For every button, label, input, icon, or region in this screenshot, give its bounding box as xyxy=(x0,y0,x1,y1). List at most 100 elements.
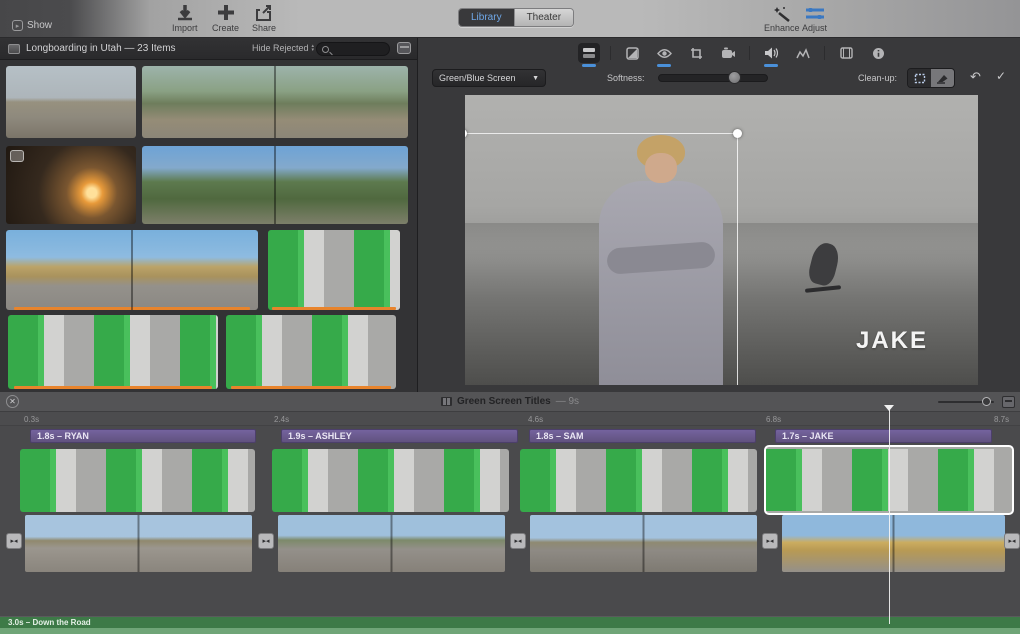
greenscreen-clip-ryan[interactable] xyxy=(20,449,255,512)
clip-thumbnail[interactable] xyxy=(8,315,218,389)
selection-edge-top xyxy=(465,133,738,134)
cleanup-button-group xyxy=(907,68,955,88)
playhead-line[interactable] xyxy=(889,410,890,624)
storyline-clip[interactable] xyxy=(530,515,757,572)
selection-handle[interactable] xyxy=(733,129,742,138)
storyline-clip[interactable] xyxy=(782,515,1005,572)
cleanup-crop-button[interactable] xyxy=(908,69,931,87)
timeline-header: ✕ Green Screen Titles — 9s xyxy=(0,392,1020,412)
crop-icon[interactable] xyxy=(685,43,707,63)
noise-reduction-icon[interactable] xyxy=(792,43,814,63)
greenscreen-clip-ashley[interactable] xyxy=(272,449,509,512)
person-face xyxy=(645,153,677,183)
create-icon xyxy=(216,4,236,22)
cleanup-eraser-button[interactable] xyxy=(931,69,954,87)
softness-label: Softness: xyxy=(607,73,645,83)
color-correction-icon[interactable] xyxy=(653,43,675,63)
enhance-label: Enhance xyxy=(764,23,800,33)
project-title: Green Screen Titles xyxy=(457,396,551,407)
clip-thumbnail[interactable] xyxy=(142,146,408,224)
clip-thumbnail[interactable] xyxy=(142,66,408,138)
apply-checkmark-button[interactable]: ✓ xyxy=(996,69,1006,83)
info-icon[interactable] xyxy=(867,43,889,63)
effect-selector-dropdown[interactable]: Green/Blue Screen ▼ xyxy=(432,69,546,87)
create-button[interactable]: Create xyxy=(212,4,239,33)
adjust-icon-bar xyxy=(578,42,889,64)
tab-library[interactable]: Library xyxy=(459,9,514,26)
clip-appearance-button[interactable] xyxy=(1002,396,1015,408)
show-button[interactable]: ▸ Show xyxy=(12,20,52,31)
greenscreen-clip-sam[interactable] xyxy=(520,449,757,512)
overlay-settings-icon[interactable] xyxy=(578,43,600,63)
event-title: Longboarding in Utah — 23 Items xyxy=(26,43,176,54)
imovie-window: ▸ Show Import Create Share Library xyxy=(0,0,1020,634)
filter-dropdown[interactable]: Hide Rejected ▴▾ xyxy=(252,43,314,53)
transition-icon[interactable]: ▸◂ xyxy=(510,533,526,549)
ruler-tick: 6.8s xyxy=(766,415,781,424)
share-icon xyxy=(254,4,274,22)
show-label: Show xyxy=(27,20,52,31)
import-button[interactable]: Import xyxy=(172,4,198,33)
clip-thumbnail[interactable] xyxy=(268,230,400,310)
project-icon xyxy=(441,397,452,406)
title-clip-sam[interactable]: 1.8s – SAM xyxy=(529,429,756,443)
green-screen-controls: Green/Blue Screen ▼ Softness: Clean-up: … xyxy=(418,64,1020,94)
softness-slider[interactable] xyxy=(658,74,768,82)
adjust-button[interactable]: Adjust xyxy=(802,5,827,33)
color-balance-icon[interactable] xyxy=(621,43,643,63)
clip-thumbnail[interactable] xyxy=(6,66,136,138)
stabilization-icon[interactable] xyxy=(717,43,739,63)
tab-theater[interactable]: Theater xyxy=(514,9,573,26)
library-header: Longboarding in Utah — 23 Items Hide Rej… xyxy=(0,38,417,60)
import-icon xyxy=(175,4,195,22)
favorite-marker xyxy=(272,307,396,310)
title-clip-ryan[interactable]: 1.8s – RYAN xyxy=(30,429,256,443)
timeline-ruler[interactable]: 0.3s 2.4s 4.6s 6.8s 8.7s xyxy=(0,412,1020,426)
effects-icon[interactable] xyxy=(835,43,857,63)
divider xyxy=(749,46,750,60)
share-button[interactable]: Share xyxy=(252,4,276,33)
chevron-updown-icon: ▴▾ xyxy=(312,44,315,52)
storyline-clip[interactable] xyxy=(278,515,505,572)
clip-thumbnail[interactable] xyxy=(6,230,258,310)
search-icon xyxy=(322,46,329,53)
share-label: Share xyxy=(252,23,276,33)
clip-thumbnail[interactable] xyxy=(6,146,136,224)
media-browser-panel: Longboarding in Utah — 23 Items Hide Rej… xyxy=(0,38,418,392)
transition-icon[interactable]: ▸◂ xyxy=(1004,533,1020,549)
close-project-icon[interactable]: ✕ xyxy=(6,395,19,408)
audio-track[interactable]: 3.0s – Down the Road xyxy=(0,616,1020,628)
ruler-tick: 4.6s xyxy=(528,415,543,424)
clip-thumbnail[interactable] xyxy=(226,315,396,389)
search-input[interactable] xyxy=(316,42,390,56)
adjust-sliders-icon xyxy=(804,5,826,22)
enhance-wand-icon xyxy=(772,5,792,22)
transition-icon[interactable]: ▸◂ xyxy=(762,533,778,549)
title-clip-ashley[interactable]: 1.9s – ASHLEY xyxy=(281,429,518,443)
ruler-tick: 2.4s xyxy=(274,415,289,424)
enhance-button[interactable]: Enhance xyxy=(764,5,800,33)
volume-icon[interactable] xyxy=(760,43,782,63)
transition-icon[interactable]: ▸◂ xyxy=(258,533,274,549)
favorite-marker xyxy=(14,307,251,310)
keyword-badge-icon xyxy=(10,150,24,162)
favorite-marker xyxy=(231,386,391,389)
softness-slider-thumb[interactable] xyxy=(728,71,741,84)
viewer-pane: Green/Blue Screen ▼ Softness: Clean-up: … xyxy=(418,38,1020,392)
selection-handle[interactable] xyxy=(465,129,467,138)
storyline-clip[interactable] xyxy=(25,515,252,572)
undo-button[interactable]: ↶ xyxy=(970,69,981,85)
divider xyxy=(610,46,611,60)
ruler-tick: 8.7s xyxy=(994,415,1009,424)
browser-appearance-button[interactable] xyxy=(397,42,411,54)
video-canvas[interactable]: JAKE xyxy=(465,95,978,385)
transition-icon[interactable]: ▸◂ xyxy=(6,533,22,549)
chevron-down-icon: ▼ xyxy=(532,75,539,82)
person-figure xyxy=(599,181,723,385)
timeline-zoom-thumb[interactable] xyxy=(982,397,991,406)
event-icon xyxy=(8,44,20,54)
title-clip-jake[interactable]: 1.7s – JAKE xyxy=(775,429,992,443)
import-label: Import xyxy=(172,23,198,33)
filter-label: Hide Rejected xyxy=(252,43,309,53)
favorite-marker xyxy=(14,386,211,389)
